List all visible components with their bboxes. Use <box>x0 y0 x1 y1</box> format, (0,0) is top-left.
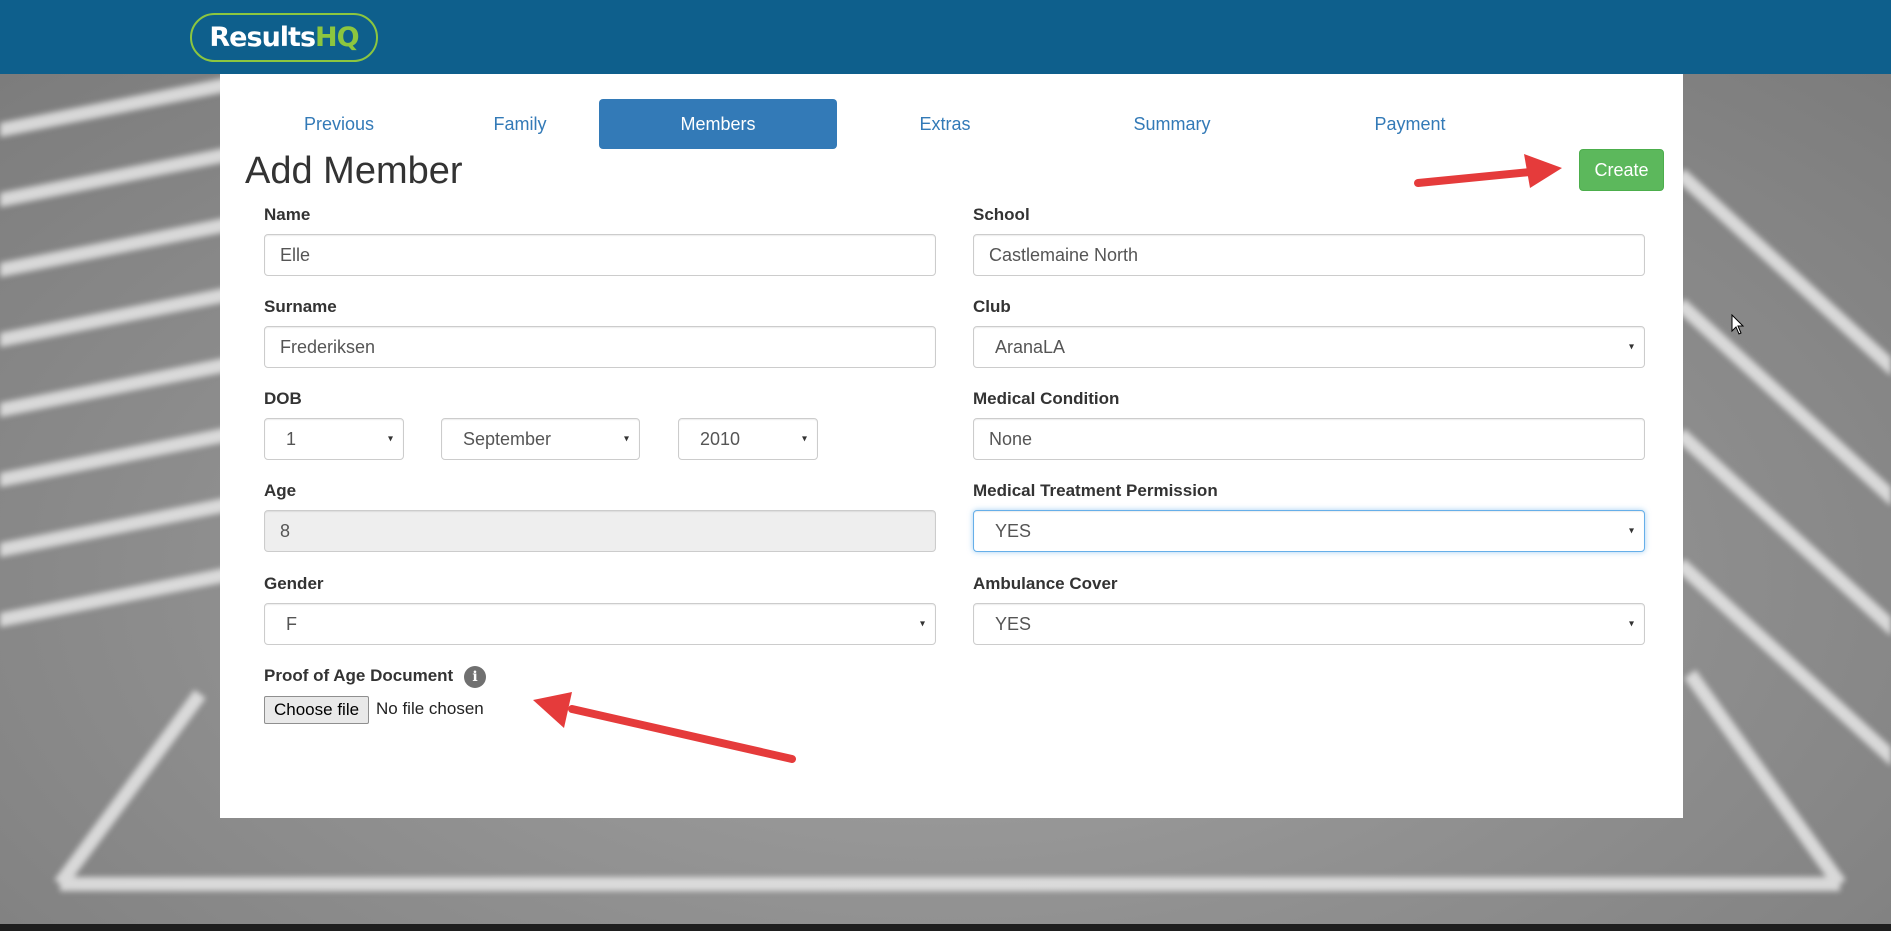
surname-value: Frederiksen <box>280 336 376 357</box>
mouse-pointer-icon <box>1731 314 1745 335</box>
dob-month-value: September <box>463 428 552 449</box>
top-header: Results HQ <box>0 0 1891 74</box>
name-label: Name <box>264 205 311 224</box>
medical-treatment-label: Medical Treatment Permission <box>973 481 1218 500</box>
dob-label: DOB <box>264 389 302 408</box>
info-icon[interactable]: i <box>464 666 486 688</box>
age-value: 8 <box>280 520 291 541</box>
logo-text-hq: HQ <box>315 22 360 53</box>
tab-extras[interactable]: Extras <box>826 99 1064 149</box>
chevron-down-icon: ▾ <box>919 618 925 630</box>
surname-input[interactable]: Frederiksen <box>264 326 936 368</box>
medical-treatment-value: YES <box>995 520 1032 541</box>
school-label: School <box>973 205 1030 224</box>
tab-summary[interactable]: Summary <box>1053 99 1291 149</box>
tab-payment[interactable]: Payment <box>1291 99 1529 149</box>
dob-year-select[interactable]: 2010 ▾ <box>678 418 818 460</box>
gender-select[interactable]: F ▾ <box>264 603 936 645</box>
chevron-down-icon: ▾ <box>623 433 629 445</box>
medical-condition-value: None <box>989 428 1033 449</box>
club-select[interactable]: AranaLA ▾ <box>973 326 1645 368</box>
club-label: Club <box>973 297 1011 316</box>
chevron-down-icon: ▾ <box>801 433 807 445</box>
school-input[interactable]: Castlemaine North <box>973 234 1645 276</box>
dob-month-select[interactable]: September ▾ <box>441 418 640 460</box>
main-panel: Previous Family Members Extras Summary P… <box>220 74 1683 818</box>
name-value: Elle <box>280 244 311 265</box>
school-value: Castlemaine North <box>989 244 1139 265</box>
logo-text-results: Results <box>209 22 316 53</box>
proof-of-age-label: Proof of Age Document <box>264 666 454 685</box>
results-hq-logo[interactable]: Results HQ <box>190 13 378 62</box>
dob-day-value: 1 <box>286 428 297 449</box>
file-status-text: No file chosen <box>376 699 484 718</box>
ambulance-cover-select[interactable]: YES ▾ <box>973 603 1645 645</box>
name-input[interactable]: Elle <box>264 234 936 276</box>
ambulance-cover-value: YES <box>995 613 1032 634</box>
medical-condition-label: Medical Condition <box>973 389 1120 408</box>
age-label: Age <box>264 481 297 500</box>
club-value: AranaLA <box>995 336 1066 357</box>
dob-day-select[interactable]: 1 ▾ <box>264 418 404 460</box>
chevron-down-icon: ▾ <box>387 433 393 445</box>
gender-value: F <box>286 613 297 634</box>
surname-label: Surname <box>264 297 337 316</box>
ambulance-cover-label: Ambulance Cover <box>973 574 1118 593</box>
chevron-down-icon: ▾ <box>1628 618 1634 630</box>
choose-file-button[interactable]: Choose file <box>264 696 370 724</box>
medical-condition-input[interactable]: None <box>973 418 1645 460</box>
dob-year-value: 2010 <box>700 428 741 449</box>
age-input: 8 <box>264 510 936 552</box>
page-title: Add Member <box>245 150 463 192</box>
create-button[interactable]: Create <box>1579 149 1664 191</box>
wizard-tabs: Previous Family Members Extras Summary P… <box>220 99 1683 149</box>
bottom-strip <box>0 924 1891 931</box>
chevron-down-icon: ▾ <box>1628 525 1634 537</box>
gender-label: Gender <box>264 574 324 593</box>
chevron-down-icon: ▾ <box>1628 341 1634 353</box>
medical-treatment-select[interactable]: YES ▾ <box>973 510 1645 552</box>
tab-members[interactable]: Members <box>599 99 837 149</box>
